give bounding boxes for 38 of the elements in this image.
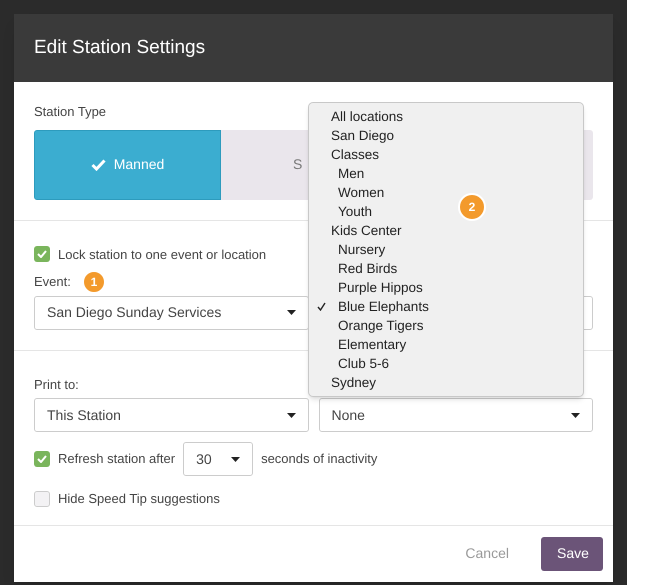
check-icon	[90, 158, 106, 170]
suffix-text: seconds of inactivity	[261, 450, 378, 468]
check-icon	[37, 455, 47, 463]
save-button[interactable]: Save	[541, 536, 603, 570]
checkbox-label: Lock station to one event or location	[58, 246, 266, 264]
menu-item[interactable]: Elementary	[338, 337, 406, 352]
checkbox-label: Hide Speed Tip suggestions	[58, 490, 220, 508]
caret-icon	[286, 310, 296, 315]
menu-item[interactable]: Purple Hippos	[338, 280, 423, 295]
field-label: Station Type	[34, 103, 106, 121]
checkbox[interactable]	[34, 246, 50, 262]
field-label: Event:	[34, 273, 71, 291]
event-select[interactable]: San Diego Sunday Services	[34, 296, 308, 330]
menu-item[interactable]: Youth	[338, 204, 372, 219]
printer-select[interactable]: This Station	[34, 398, 308, 432]
checkbox[interactable]	[34, 451, 50, 467]
menu-item[interactable]: Blue Elephants	[338, 299, 429, 314]
dialog-title: Edit Station Settings	[34, 36, 206, 60]
menu-item[interactable]: Orange Tigers	[338, 318, 424, 333]
caret-icon	[571, 412, 580, 418]
menu-item[interactable]: Nursery	[338, 242, 386, 257]
checkbox[interactable]	[34, 490, 50, 507]
field-label: Print to:	[34, 376, 79, 394]
menu-item[interactable]: Club 5-6	[338, 356, 390, 371]
menu-item[interactable]: Red Birds	[338, 261, 398, 276]
caret-icon	[286, 412, 296, 418]
menu-item[interactable]: San Diego	[331, 128, 394, 143]
check-icon	[37, 250, 47, 258]
menu-item[interactable]: Sydney	[331, 375, 376, 390]
menu-item[interactable]: Classes	[331, 147, 380, 162]
printer-select[interactable]: None	[318, 398, 593, 432]
menu-item[interactable]: Men	[338, 166, 364, 181]
caret-icon	[231, 456, 240, 462]
menu-item[interactable]: Kids Center	[331, 223, 402, 238]
menu-item[interactable]: Women	[338, 185, 384, 200]
menu-item[interactable]: All locations	[331, 109, 404, 124]
seconds-select[interactable]: 30	[183, 442, 254, 476]
checkbox-label: Refresh station after	[58, 450, 176, 468]
